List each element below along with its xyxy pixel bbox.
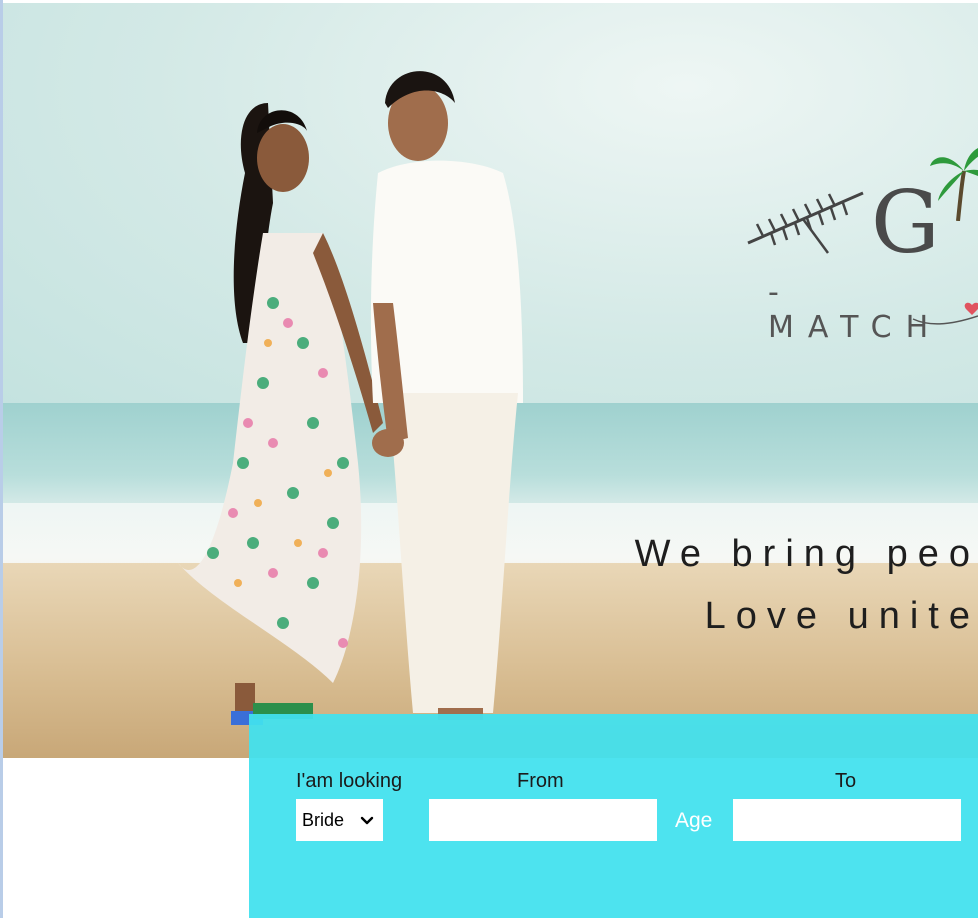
chevron-down-icon: [360, 816, 374, 825]
age-label: Age: [675, 809, 713, 832]
heart-flourish-icon: [912, 302, 978, 325]
looking-label: I'am looking: [296, 770, 403, 792]
olive-branch-icon: [747, 191, 864, 254]
hero-banner: G - MATCH We bring peo Love unite: [3, 3, 978, 758]
brand-logo: G - MATCH: [743, 133, 978, 345]
partner-search-panel: I'am looking From To Bride Age: [249, 714, 978, 918]
hero-tagline-line2: Love unite: [704, 595, 978, 637]
from-label: From: [517, 770, 564, 792]
looking-for-select[interactable]: Bride: [296, 799, 383, 841]
age-to-input[interactable]: [733, 799, 961, 841]
logo-wordmark: G: [871, 173, 942, 273]
couple-photo: [178, 71, 523, 725]
to-label: To: [835, 770, 857, 792]
age-from-input[interactable]: [429, 799, 657, 841]
looking-for-value: Bride: [302, 809, 345, 830]
hero-tagline-line1: We bring peo: [634, 533, 978, 575]
